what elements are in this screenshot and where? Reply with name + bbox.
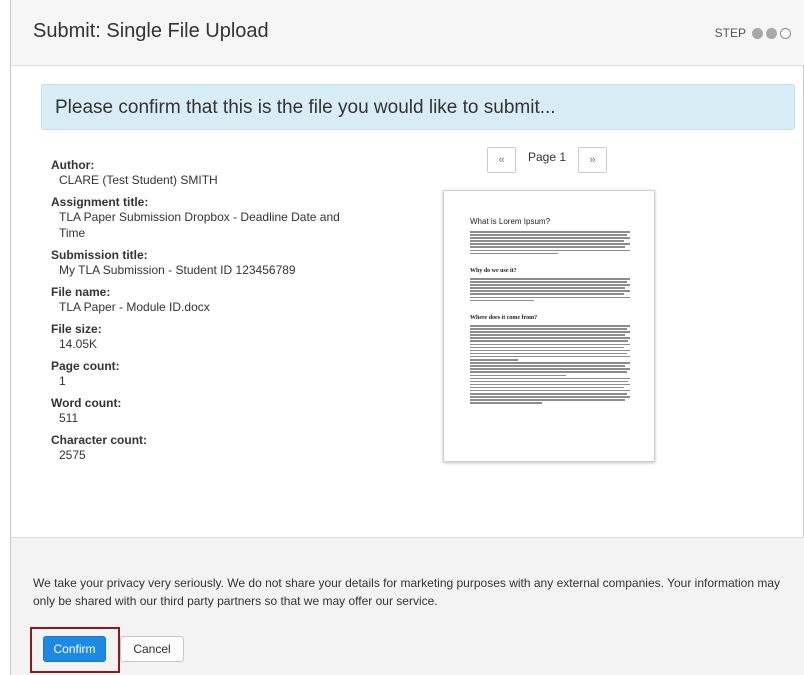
- detail-page-count: Page count: 1: [51, 359, 381, 389]
- page-pager: « Page 1 »: [487, 147, 608, 173]
- detail-value: 511: [59, 411, 79, 425]
- detail-value: 14.05K: [59, 337, 98, 351]
- page-number-label: Page 1: [528, 150, 567, 164]
- detail-value: 2575: [59, 448, 86, 462]
- submission-dialog: Submit: Single File Upload STEP Please c…: [10, 0, 804, 675]
- detail-file-size: File size: 14.05K: [51, 322, 381, 352]
- page-title: Submit: Single File Upload: [33, 20, 269, 42]
- step-indicator: STEP: [715, 26, 791, 40]
- preview-heading-2: Where does it come from?: [470, 315, 538, 321]
- detail-label: Word count:: [51, 396, 122, 410]
- detail-word-count: Word count: 511: [51, 396, 381, 426]
- detail-file-name: File name: TLA Paper - Module ID.docx: [51, 285, 381, 315]
- confirmation-banner: Please confirm that this is the file you…: [41, 84, 795, 130]
- preview-paragraph-1: [470, 231, 630, 256]
- next-page-button[interactable]: »: [578, 147, 608, 173]
- detail-label: Assignment title:: [51, 195, 149, 209]
- banner-text: Please confirm that this is the file you…: [55, 97, 556, 118]
- detail-submission-title: Submission title: My TLA Submission - St…: [51, 248, 381, 278]
- preview-title: What is Lorem Ipsum?: [470, 217, 551, 226]
- step-3-dot-icon: [780, 27, 791, 39]
- step-1-dot-icon: [752, 27, 763, 39]
- confirm-button[interactable]: Confirm: [43, 636, 106, 662]
- detail-assignment-title: Assignment title: TLA Paper Submission D…: [51, 195, 381, 241]
- dialog-header: Submit: Single File Upload STEP: [11, 0, 804, 66]
- detail-author: Author: CLARE (Test Student) SMITH: [51, 158, 381, 188]
- detail-label: Submission title:: [51, 248, 148, 262]
- detail-label: File name:: [51, 285, 111, 299]
- detail-value: CLARE (Test Student) SMITH: [59, 173, 218, 187]
- detail-character-count: Character count: 2575: [51, 433, 381, 463]
- privacy-notice: We take your privacy very seriously. We …: [33, 576, 781, 608]
- step-label: STEP: [714, 26, 746, 40]
- previous-page-button[interactable]: «: [487, 147, 516, 173]
- detail-label: Author:: [51, 158, 95, 172]
- cancel-button[interactable]: Cancel: [120, 636, 184, 662]
- submission-details: Author: CLARE (Test Student) SMITH Assig…: [51, 158, 381, 470]
- preview-paragraph-2: [470, 278, 630, 303]
- preview-heading-1: Why do we use it?: [470, 268, 517, 274]
- preview-paragraph-3: [470, 325, 630, 405]
- detail-value: My TLA Submission - Student ID 123456789: [59, 263, 296, 277]
- document-preview: What is Lorem Ipsum? Why do we use it? W…: [443, 190, 655, 462]
- detail-label: Page count:: [51, 359, 120, 373]
- detail-value: 1: [59, 374, 66, 388]
- detail-value: TLA Paper Submission Dropbox - Deadline …: [59, 210, 340, 240]
- detail-value: TLA Paper - Module ID.docx: [59, 300, 210, 314]
- step-2-dot-icon: [766, 27, 777, 39]
- detail-label: File size:: [51, 322, 102, 336]
- detail-label: Character count:: [51, 433, 148, 447]
